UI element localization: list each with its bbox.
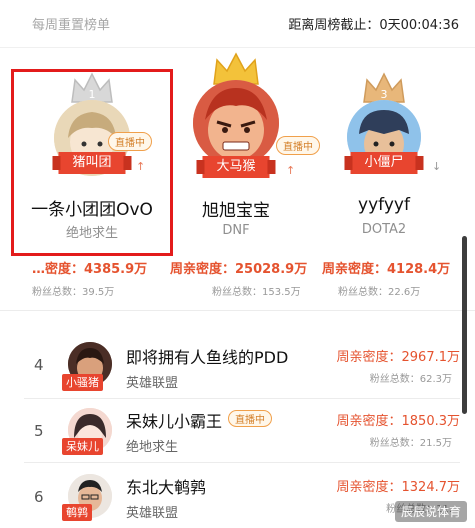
rank-number: 6 [34,488,44,506]
fan-tag: 鹌鹑 [62,504,92,521]
fan-count: 粉丝总数：62.3万 [369,374,452,385]
scrollbar[interactable] [462,236,467,414]
game-category: 英雄联盟 [126,376,179,391]
podium-rank-3[interactable]: 3 小僵尸 ↓ yyfyyf DOTA2 [304,50,464,250]
divider [24,398,460,399]
streamer-name[interactable]: 东北大鹌鹑 [126,474,206,498]
weekly-intimacy: …密度：4385.9万 [32,262,148,277]
weekly-intimacy: 周亲密度：1324.7万 [336,480,461,495]
watermark: 辰辰说体育 [394,501,467,522]
game-category: 绝地求生 [126,440,179,455]
ranking-header: 每周重置榜单 距离周榜截止：0天00:04:36 [0,0,475,48]
highlight-box [11,69,173,256]
list-item[interactable]: 5 呆妹儿 呆妹儿小霸王 直播中 绝地求生 周亲密度：1850.3万 粉丝总数：… [0,400,460,464]
podium-stats-1: …密度：4385.9万 粉丝总数：39.5万 [32,258,147,298]
fan-tag: 小僵尸 [344,152,424,174]
countdown: 距离周榜截止：0天00:04:36 [288,14,459,33]
divider [0,310,475,311]
countdown-value: 0天00:04:36 [379,18,459,33]
game-category: 英雄联盟 [126,506,179,521]
list-item[interactable]: 4 小骚猪 即将拥有人鱼线的PDD 英雄联盟 周亲密度：2967.1万 粉丝总数… [0,336,460,400]
fan-count: 粉丝总数：21.5万 [369,438,452,449]
weekly-intimacy: 周亲密度：4128.4万 [322,262,451,277]
list-item[interactable]: 6 鹌鹑 东北大鹌鹑 英雄联盟 周亲密度：1324.7万 粉丝总数：11. [0,466,460,528]
avatar-image [193,80,279,166]
avatar[interactable] [193,80,279,166]
divider [24,462,460,463]
game-category: DNF [222,223,250,238]
streamer-name[interactable]: 呆妹儿小霸王 [126,408,222,432]
podium-stats-3: 周亲密度：4128.4万 粉丝总数：22.6万 [322,258,450,298]
weekly-intimacy: 周亲密度：2967.1万 [336,350,461,365]
streamer-name[interactable]: yyfyyf [304,195,464,215]
podium-rank-2[interactable]: 直播中 大马猴 ↑ 旭旭宝宝 DNF [156,50,320,250]
countdown-label: 距离周榜截止： [288,18,380,33]
fan-count: 粉丝总数：39.5万 [32,287,115,298]
fan-tag: 大马猴 [196,156,276,178]
fan-tag: 小骚猪 [62,374,103,391]
fan-count: 粉丝总数：153.5万 [212,287,301,298]
podium-stats-2: 周亲密度：25028.9万 粉丝总数：153.5万 [170,258,307,298]
weekly-reset-label: 每周重置榜单 [32,18,111,33]
trend-up-icon: ↑ [286,164,296,177]
fan-count: 粉丝总数：22.6万 [338,287,421,298]
rank-number: 5 [34,422,44,440]
trend-down-icon: ↓ [432,160,442,173]
game-category: DOTA2 [361,222,407,237]
live-badge: 直播中 [228,410,272,427]
fan-tag: 呆妹儿 [62,438,103,455]
weekly-intimacy: 周亲密度：1850.3万 [336,414,461,429]
weekly-intimacy: 周亲密度：25028.9万 [170,262,308,277]
streamer-name[interactable]: 即将拥有人鱼线的PDD [126,344,288,368]
rank-number: 4 [34,356,44,374]
streamer-name[interactable]: 旭旭宝宝 [156,196,316,221]
